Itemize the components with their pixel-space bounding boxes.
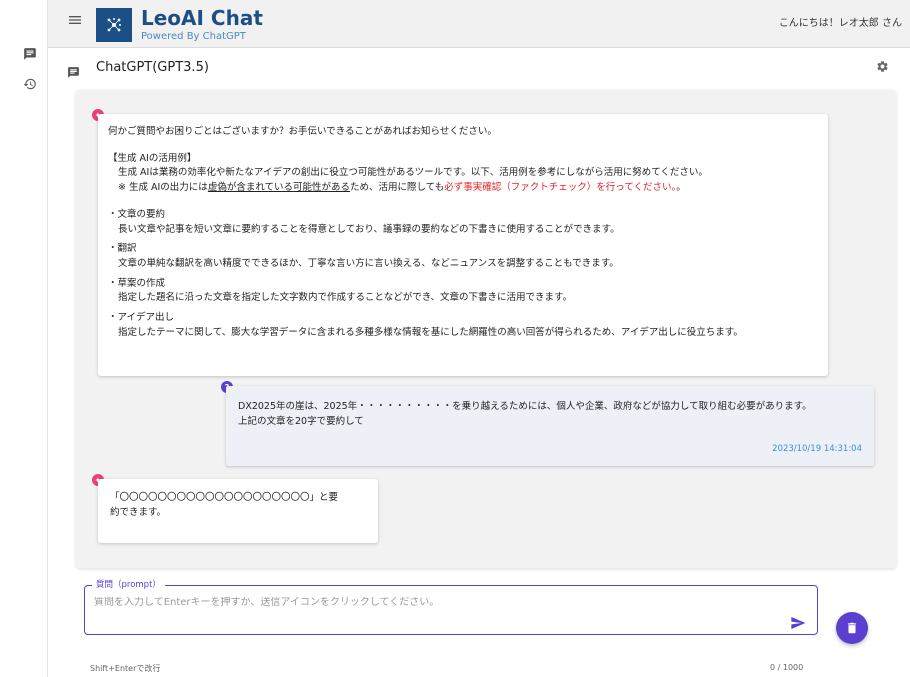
ai-message: 何かご質問やお困りごとはございますか？お手伝いできることがあればお知らせください… — [98, 114, 828, 376]
app-subtitle: Powered By ChatGPT — [141, 31, 246, 42]
gear-icon[interactable] — [876, 58, 889, 77]
chat-title-icon — [67, 64, 80, 83]
prompt-input[interactable] — [94, 597, 774, 608]
newline-hint: Shift+Enterで改行 — [90, 664, 161, 673]
trash-icon — [847, 622, 857, 634]
example-item: ・アイデア出し 指定したテーマに関して、膨大な学習データに含まれる多種多様な情報… — [108, 312, 743, 338]
message-timestamp: 2023/10/19 14:31:04 — [772, 443, 862, 454]
prompt-field — [84, 585, 818, 635]
history-icon[interactable] — [22, 76, 38, 92]
user-question-line: 上記の文章を20字で要約して — [238, 415, 364, 427]
example-item: ・文章の要約 長い文章や記事を短い文章に要約することを得意としており、議事録の要… — [108, 208, 620, 235]
app-header: LeoAI Chat Powered By ChatGPT こんにちは！レオ太郎… — [48, 0, 910, 48]
examples-description: 生成 AIは業務の効率化や新たなアイデアの創出に役立つ可能性があるツールです。以… — [118, 167, 708, 179]
prompt-label: 質問（prompt） — [92, 578, 165, 590]
examples-heading: 【生成 AIの活用例】 — [108, 152, 197, 164]
left-rail — [0, 0, 48, 677]
app-title: LeoAI Chat — [141, 6, 263, 30]
fact-check-note: ※ 生成 AIの出力には虚偽が含まれている可能性があるため、活用に際しても必ず事… — [118, 182, 686, 194]
example-item: ・翻訳 文章の単純な翻訳を高い精度でできるほか、丁寧な言い方に言い換える、などニ… — [108, 243, 619, 270]
menu-icon[interactable] — [67, 12, 83, 28]
ai-reply-message: 「〇〇〇〇〇〇〇〇〇〇〇〇〇〇〇〇〇〇〇〇」と要 約できます。 — [98, 479, 378, 543]
user-greeting: こんにちは！レオ太郎 さん — [778, 18, 902, 29]
user-message: DX2025年の崖は、2025年・・・・・・・・・・を乗り越えるためには、個人や… — [226, 386, 874, 466]
ai-reply-line: 「〇〇〇〇〇〇〇〇〇〇〇〇〇〇〇〇〇〇〇〇」と要 — [110, 492, 339, 503]
logo-icon — [96, 8, 132, 42]
example-item: ・草案の作成 指定した題名に沿った文章を指定した文字数内で作成することなどができ… — [108, 277, 573, 304]
ai-greeting: 何かご質問やお困りごとはございますか？お手伝いできることがあればお知らせください… — [108, 126, 497, 137]
user-question-line: DX2025年の崖は、2025年・・・・・・・・・・を乗り越えるためには、個人や… — [238, 401, 812, 412]
send-icon[interactable] — [790, 615, 806, 635]
chat-icon[interactable] — [22, 46, 38, 62]
ai-reply-line: 約できます。 — [110, 506, 167, 518]
delete-button[interactable] — [836, 612, 868, 644]
model-title: ChatGPT(GPT3.5) — [96, 60, 209, 75]
char-counter: 0 / 1000 — [770, 663, 804, 672]
